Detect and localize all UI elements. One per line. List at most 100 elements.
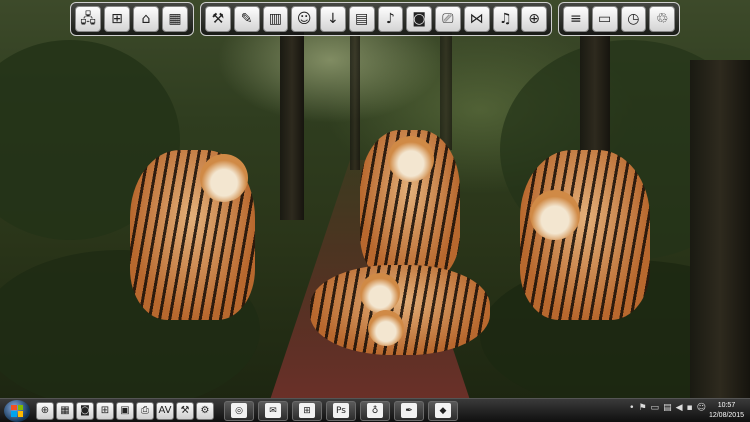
audio-button[interactable]: ♫ xyxy=(492,6,519,32)
audio-icon: ♫ xyxy=(499,11,512,27)
user-button[interactable]: ☺ xyxy=(291,6,317,32)
mail-icon: ✉ xyxy=(265,403,281,418)
printer-launcher[interactable]: ⎙ xyxy=(136,401,154,420)
tiger-cubs xyxy=(310,265,490,355)
calculator-launcher[interactable]: ▦ xyxy=(56,401,74,420)
video-button[interactable]: ⎚ xyxy=(435,6,461,32)
mail-task-button[interactable]: ✉ xyxy=(258,400,288,421)
tools-icon: ⚒ xyxy=(180,405,190,416)
briefcase-icon: ▣ xyxy=(120,405,130,416)
gauge-button[interactable]: ◷ xyxy=(620,6,647,32)
tiger xyxy=(520,150,650,320)
tree-trunk xyxy=(440,30,452,150)
tray-dot-icon[interactable]: • xyxy=(629,403,634,413)
documents-icon: ▤ xyxy=(355,11,369,27)
top-dock-apps: ⚒ ✎ ▥ ☺ ↓ ▤ ♪ ◙ ⎚ ⋈ ♫ ⊕ xyxy=(200,2,552,36)
settings-icon: ⚙ xyxy=(200,405,210,416)
library-button[interactable]: ▥ xyxy=(262,6,289,32)
photoshop-task-button[interactable]: Ps xyxy=(326,400,356,421)
recycle-bin-icon: ♲ xyxy=(655,11,669,27)
globe-button[interactable]: ⊕ xyxy=(521,6,547,32)
virtualbox-icon: ◆ xyxy=(435,403,451,418)
tree-trunk xyxy=(280,30,304,220)
camera-icon: ◙ xyxy=(80,405,90,416)
tray-app-icon[interactable]: ▪ xyxy=(687,403,693,413)
network-icon: ⊞ xyxy=(111,11,123,27)
settings-launcher[interactable]: ⚙ xyxy=(196,401,214,420)
taskbar: ⊕ ▦ ◙ ⊞ ▣ ⎙ AV ⚒ ⚙ ◎ ✉ ⊞ Ps ♁ ✒ ◆ • ⚑ ▭ ▤ ◀ ▪ ☺ 10:57 12/08/… xyxy=(0,398,750,422)
gauge-icon: ◷ xyxy=(627,11,640,27)
clock-date: 12/08/2015 xyxy=(708,412,744,419)
devices-icon: ▦ xyxy=(168,11,182,27)
computer-icon: 🖧 xyxy=(80,11,96,27)
top-dock-system: 🖧 ⊞ ⌂ ▦ xyxy=(70,2,194,36)
av-icon: AV xyxy=(158,405,172,416)
user-icon: ☺ xyxy=(296,11,312,27)
globe-icon: ⊕ xyxy=(528,11,540,27)
paint-button[interactable]: ✎ xyxy=(233,6,260,32)
browser-task-button[interactable]: ◎ xyxy=(224,400,254,421)
menu-icon: ≡ xyxy=(570,11,582,27)
volume-icon[interactable]: ◀ xyxy=(676,403,683,413)
video-icon: ⎚ xyxy=(442,11,454,27)
tools-icon: ⚒ xyxy=(211,11,225,27)
flag-icon[interactable]: ⚑ xyxy=(638,403,646,413)
av-launcher[interactable]: AV xyxy=(156,401,174,420)
tools-launcher[interactable]: ⚒ xyxy=(176,401,194,420)
tree-trunk xyxy=(690,60,750,400)
tiger xyxy=(360,130,460,280)
windows-logo-icon xyxy=(11,404,23,417)
grid-app-task-button[interactable]: ⊞ xyxy=(292,400,322,421)
virtualbox-task-button[interactable]: ◆ xyxy=(428,400,458,421)
pen-task-button[interactable]: ✒ xyxy=(394,400,424,421)
music-icon: ♪ xyxy=(385,11,395,27)
camera-button[interactable]: ◙ xyxy=(406,6,432,32)
downloads-button[interactable]: ↓ xyxy=(320,6,346,32)
top-dock-tools: ≡ ▭ ◷ ♲ xyxy=(558,2,680,36)
start-button[interactable] xyxy=(4,399,30,422)
home-icon: ⌂ xyxy=(141,11,151,27)
devices-button[interactable]: ▦ xyxy=(162,6,188,32)
library-icon: ▥ xyxy=(268,11,282,27)
balloon-icon: ♁ xyxy=(367,403,383,418)
network-status-icon[interactable]: ▤ xyxy=(663,403,672,413)
display-button[interactable]: ▭ xyxy=(591,6,618,32)
documents-button[interactable]: ▤ xyxy=(348,6,375,32)
smile-icon[interactable]: ☺ xyxy=(697,403,706,413)
pen-icon: ✒ xyxy=(401,403,417,418)
taskbar-buttons: ◎ ✉ ⊞ Ps ♁ ✒ ◆ xyxy=(224,400,458,421)
quick-launch-bar: ⊕ ▦ ◙ ⊞ ▣ ⎙ AV ⚒ ⚙ xyxy=(36,401,214,420)
browser-icon: ◎ xyxy=(231,403,247,418)
music-button[interactable]: ♪ xyxy=(377,6,404,32)
clock-time: 10:57 xyxy=(717,402,736,409)
grid-icon: ⊞ xyxy=(100,405,110,416)
photoshop-icon: Ps xyxy=(333,403,349,418)
tree-trunk xyxy=(350,30,360,170)
globe-icon: ⊕ xyxy=(40,405,50,416)
clock[interactable]: 10:57 12/08/2015 xyxy=(709,401,744,421)
grid-launcher[interactable]: ⊞ xyxy=(96,401,114,420)
display-icon: ▭ xyxy=(598,11,612,27)
briefcase-launcher[interactable]: ▣ xyxy=(116,401,134,420)
grid-app-icon: ⊞ xyxy=(299,403,315,418)
tiger xyxy=(130,150,255,320)
media-player-button[interactable]: ⋈ xyxy=(463,6,490,32)
paint-icon: ✎ xyxy=(240,11,253,27)
media-player-icon: ⋈ xyxy=(469,11,484,27)
downloads-icon: ↓ xyxy=(327,11,339,27)
home-button[interactable]: ⌂ xyxy=(133,6,159,32)
menu-button[interactable]: ≡ xyxy=(563,6,589,32)
globe-launcher[interactable]: ⊕ xyxy=(36,401,54,420)
camera-launcher[interactable]: ◙ xyxy=(76,401,94,420)
printer-icon: ⎙ xyxy=(141,405,149,416)
balloon-task-button[interactable]: ♁ xyxy=(360,400,390,421)
calculator-icon: ▦ xyxy=(60,405,70,416)
desktop-wallpaper xyxy=(0,0,750,400)
tray-window-icon[interactable]: ▭ xyxy=(651,403,660,413)
network-button[interactable]: ⊞ xyxy=(104,6,130,32)
camera-icon: ◙ xyxy=(412,11,426,27)
system-tray: • ⚑ ▭ ▤ ◀ ▪ ☺ xyxy=(629,403,706,413)
tools-button[interactable]: ⚒ xyxy=(205,6,231,32)
recycle-bin-button[interactable]: ♲ xyxy=(649,6,675,32)
computer-button[interactable]: 🖧 xyxy=(75,6,101,32)
